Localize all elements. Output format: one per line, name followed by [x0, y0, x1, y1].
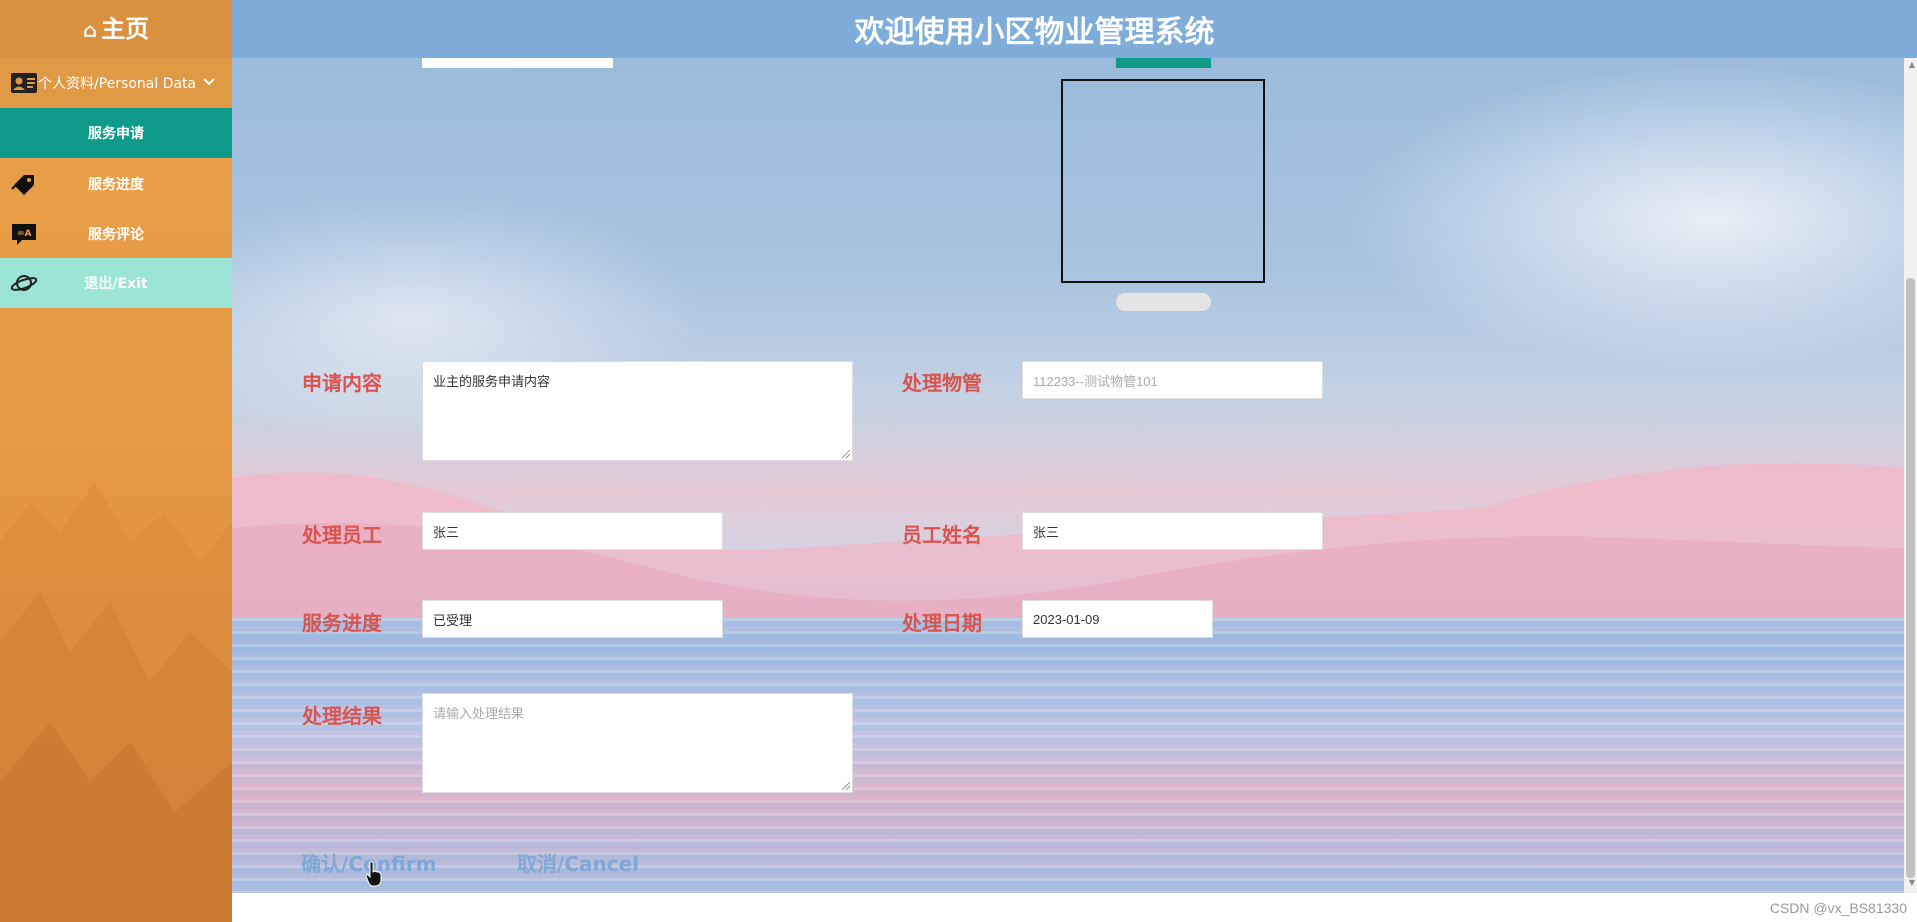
- result-placeholder: 请输入处理结果: [433, 706, 525, 721]
- scroll-up-arrow-icon[interactable]: ▲: [1909, 60, 1915, 69]
- date-field[interactable]: 2023-01-09: [1022, 600, 1213, 638]
- mountain-decoration: [0, 482, 232, 922]
- resize-handle-icon[interactable]: [842, 450, 850, 458]
- progress-field[interactable]: 已受理: [422, 600, 723, 638]
- staff-value: 张三: [433, 524, 460, 540]
- sidebar: ⌂ 主页 个人资料/Personal Data 服务申请 服务进度 =A 服务评论: [0, 0, 232, 922]
- upload-button[interactable]: [1116, 58, 1211, 68]
- home-label: 主页: [101, 15, 150, 43]
- manager-field[interactable]: 112233--测试物管101: [1022, 361, 1323, 399]
- result-textarea[interactable]: 请输入处理结果: [422, 693, 853, 793]
- scroll-down-arrow-icon[interactable]: ▼: [1909, 878, 1915, 887]
- sidebar-item-label: 服务申请: [88, 126, 144, 142]
- staff-field[interactable]: 张三: [422, 512, 723, 550]
- image-preview-box: [1061, 79, 1265, 283]
- planet-icon: [10, 275, 38, 291]
- date-value: 2023-01-09: [1033, 611, 1100, 627]
- watermark: CSDN @vx_BS81330: [1769, 900, 1907, 916]
- manager-label: 处理物管: [902, 371, 982, 395]
- comment-icon: =A: [12, 224, 36, 245]
- home-link[interactable]: ⌂ 主页: [0, 0, 232, 58]
- cancel-button[interactable]: 取消/Cancel: [517, 848, 639, 877]
- content-value: 业主的服务申请内容: [433, 374, 551, 389]
- home-icon: ⌂: [82, 18, 98, 42]
- cut-off-input[interactable]: [422, 58, 613, 68]
- sidebar-item-service-review[interactable]: =A 服务评论: [0, 208, 232, 258]
- id-card-icon: [11, 73, 37, 93]
- scrollbar-thumb[interactable]: [1906, 278, 1915, 878]
- image-action-button[interactable]: [1116, 293, 1211, 311]
- manager-value: 112233--测试物管101: [1033, 373, 1158, 389]
- content-label: 申请内容: [302, 371, 382, 395]
- page-title: 欢迎使用小区物业管理系统: [854, 15, 1215, 50]
- sidebar-item-service-apply[interactable]: 服务申请: [0, 108, 232, 158]
- staff-label: 处理员工: [302, 523, 382, 547]
- header-bar: 欢迎使用小区物业管理系统: [232, 0, 1917, 58]
- staff-name-value: 张三: [1033, 524, 1060, 540]
- result-label: 处理结果: [302, 704, 382, 728]
- personal-data-menu[interactable]: 个人资料/Personal Data: [0, 58, 232, 108]
- footer: [232, 893, 1917, 922]
- sidebar-item-service-progress[interactable]: 服务进度: [0, 158, 232, 208]
- staff-name-field[interactable]: 张三: [1022, 512, 1323, 550]
- hand-cursor-icon: [365, 861, 382, 887]
- chevron-down-icon: [203, 78, 215, 86]
- progress-label: 服务进度: [302, 611, 382, 635]
- staff-name-label: 员工姓名: [902, 523, 982, 547]
- content-textarea[interactable]: 业主的服务申请内容: [422, 361, 853, 461]
- tag-icon: [11, 175, 34, 195]
- resize-handle-icon[interactable]: [842, 782, 850, 790]
- date-label: 处理日期: [902, 611, 982, 635]
- svg-text:=A: =A: [17, 229, 32, 239]
- personal-data-label: 个人资料/Personal Data: [38, 76, 197, 92]
- progress-value: 已受理: [433, 612, 473, 628]
- sidebar-item-exit[interactable]: 退出/Exit: [0, 258, 232, 308]
